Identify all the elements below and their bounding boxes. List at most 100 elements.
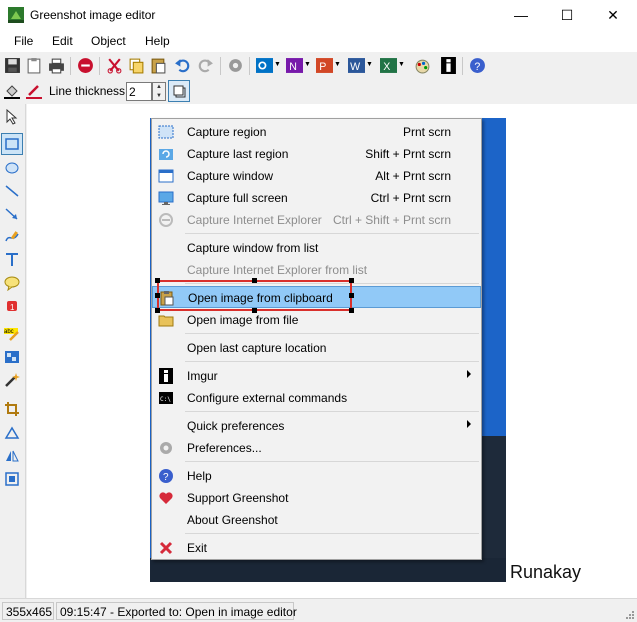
paint-icon[interactable] xyxy=(414,57,431,74)
stepper-down-icon[interactable]: ▼ xyxy=(153,92,165,101)
captured-bottom-bar xyxy=(150,558,506,582)
selection-handle[interactable] xyxy=(252,308,257,313)
menu-help[interactable]: Help xyxy=(145,34,170,48)
window-icon xyxy=(158,169,174,183)
shadow-toggle-button[interactable] xyxy=(168,80,190,102)
menu-item-label: Open image from file xyxy=(187,313,299,327)
settings-icon[interactable] xyxy=(227,57,244,74)
menu-item-capture-last-region[interactable]: Capture last region Shift + Prnt scrn xyxy=(152,143,481,165)
menu-item-imgur[interactable]: Imgur xyxy=(152,365,481,387)
toolbar-separator xyxy=(220,57,221,75)
chevron-down-icon[interactable]: ▼ xyxy=(334,61,341,68)
menu-item-open-last-capture-location[interactable]: Open last capture location xyxy=(152,337,481,359)
highlight-tool-icon[interactable]: abc xyxy=(4,326,20,342)
selection-handle[interactable] xyxy=(155,293,160,298)
menu-item-exit[interactable]: Exit xyxy=(152,537,481,559)
menu-item-capture-window-from-list[interactable]: Capture window from list xyxy=(152,237,481,259)
menu-item-about-greenshot[interactable]: About Greenshot xyxy=(152,509,481,531)
obfuscate-tool-icon[interactable] xyxy=(4,349,20,365)
delete-icon[interactable] xyxy=(77,57,94,74)
resize-tool-icon[interactable] xyxy=(4,471,20,487)
cut-icon[interactable] xyxy=(106,57,123,74)
line-color-icon[interactable] xyxy=(26,83,42,99)
minimize-button[interactable]: — xyxy=(498,0,544,30)
pointer-tool-icon[interactable] xyxy=(4,109,20,125)
selection-handle[interactable] xyxy=(349,278,354,283)
menu-item-label: Capture Internet Explorer from list xyxy=(187,263,368,277)
resize-grip-icon[interactable] xyxy=(624,609,634,619)
selection-handle[interactable] xyxy=(349,293,354,298)
imgur-icon[interactable] xyxy=(440,57,457,74)
outlook-icon[interactable] xyxy=(256,57,273,74)
text-tool-icon[interactable] xyxy=(4,252,20,268)
selection-handle[interactable] xyxy=(155,308,160,313)
freehand-tool-icon[interactable] xyxy=(4,229,20,245)
svg-text:?: ? xyxy=(163,472,169,483)
svg-text:W: W xyxy=(350,61,360,73)
selection-handle[interactable] xyxy=(349,308,354,313)
menu-separator xyxy=(185,533,479,534)
fill-color-icon[interactable] xyxy=(4,83,20,99)
redo-icon[interactable] xyxy=(197,57,214,74)
menu-separator xyxy=(185,461,479,462)
menu-item-open-from-file[interactable]: Open image from file xyxy=(152,309,481,331)
line-thickness-stepper[interactable]: ▲ ▼ xyxy=(152,82,166,101)
help-icon[interactable]: ? xyxy=(469,57,486,74)
word-icon[interactable]: W xyxy=(348,57,365,74)
selection-handle[interactable] xyxy=(155,278,160,283)
gear-icon xyxy=(160,442,172,454)
onenote-icon[interactable]: N xyxy=(286,57,303,74)
menu-item-capture-region[interactable]: Capture region Prnt scrn xyxy=(152,121,481,143)
counter-tool-icon[interactable]: 1 xyxy=(4,298,20,314)
rotate-tool-icon[interactable] xyxy=(4,425,20,441)
powerpoint-icon[interactable]: P xyxy=(316,57,333,74)
menu-item-capture-full-screen[interactable]: Capture full screen Ctrl + Prnt scrn xyxy=(152,187,481,209)
annotation-rectangle[interactable] xyxy=(157,280,352,311)
menu-item-label: Configure external commands xyxy=(187,391,348,405)
save-icon[interactable] xyxy=(4,57,21,74)
menu-object[interactable]: Object xyxy=(91,34,126,48)
menu-item-help[interactable]: ? Help xyxy=(152,465,481,487)
rectangle-tool-icon xyxy=(5,138,19,150)
menu-item-capture-window[interactable]: Capture window Alt + Prnt scrn xyxy=(152,165,481,187)
menu-file[interactable]: File xyxy=(14,34,33,48)
undo-icon[interactable] xyxy=(174,57,191,74)
magic-tool-icon[interactable] xyxy=(4,372,20,388)
ie-icon xyxy=(159,213,173,227)
menu-item-support-greenshot[interactable]: Support Greenshot xyxy=(152,487,481,509)
toolbar-separator xyxy=(99,57,100,75)
menu-item-label: Preferences... xyxy=(187,441,262,455)
copy-icon[interactable] xyxy=(128,57,145,74)
chevron-down-icon[interactable]: ▼ xyxy=(398,61,405,68)
chevron-down-icon[interactable]: ▼ xyxy=(304,61,311,68)
flip-tool-icon[interactable] xyxy=(4,448,20,464)
last-region-icon xyxy=(159,149,173,160)
chevron-down-icon[interactable]: ▼ xyxy=(274,61,281,68)
menu-item-quick-preferences[interactable]: Quick preferences xyxy=(152,415,481,437)
chevron-down-icon[interactable]: ▼ xyxy=(366,61,373,68)
greenshot-app-icon xyxy=(8,7,24,23)
speechbubble-tool-icon[interactable] xyxy=(4,275,20,291)
excel-icon[interactable]: X xyxy=(380,57,397,74)
selection-handle[interactable] xyxy=(252,278,257,283)
print-icon[interactable] xyxy=(48,57,65,74)
arrow-tool-icon[interactable] xyxy=(4,206,20,222)
crop-tool-icon[interactable] xyxy=(4,401,20,417)
line-tool-icon[interactable] xyxy=(4,183,20,199)
stepper-up-icon[interactable]: ▲ xyxy=(153,83,165,92)
line-thickness-input[interactable]: 2 xyxy=(126,82,152,101)
paste-icon[interactable] xyxy=(150,57,167,74)
rectangle-tool-button[interactable] xyxy=(1,133,23,155)
help-icon: ? xyxy=(159,469,173,483)
menu-item-configure-external-commands[interactable]: C:\ Configure external commands xyxy=(152,387,481,409)
close-button[interactable]: ✕ xyxy=(590,0,636,30)
submenu-arrow-icon xyxy=(467,370,471,378)
menu-edit[interactable]: Edit xyxy=(52,34,73,48)
clipboard-icon[interactable] xyxy=(26,57,43,74)
menu-item-preferences[interactable]: Preferences... xyxy=(152,437,481,459)
maximize-button[interactable]: ☐ xyxy=(544,0,590,30)
menu-item-capture-ie: Capture Internet Explorer Ctrl + Shift +… xyxy=(152,209,481,231)
maximize-icon: ☐ xyxy=(560,6,574,23)
region-icon xyxy=(158,125,174,139)
ellipse-tool-icon[interactable] xyxy=(4,160,20,176)
